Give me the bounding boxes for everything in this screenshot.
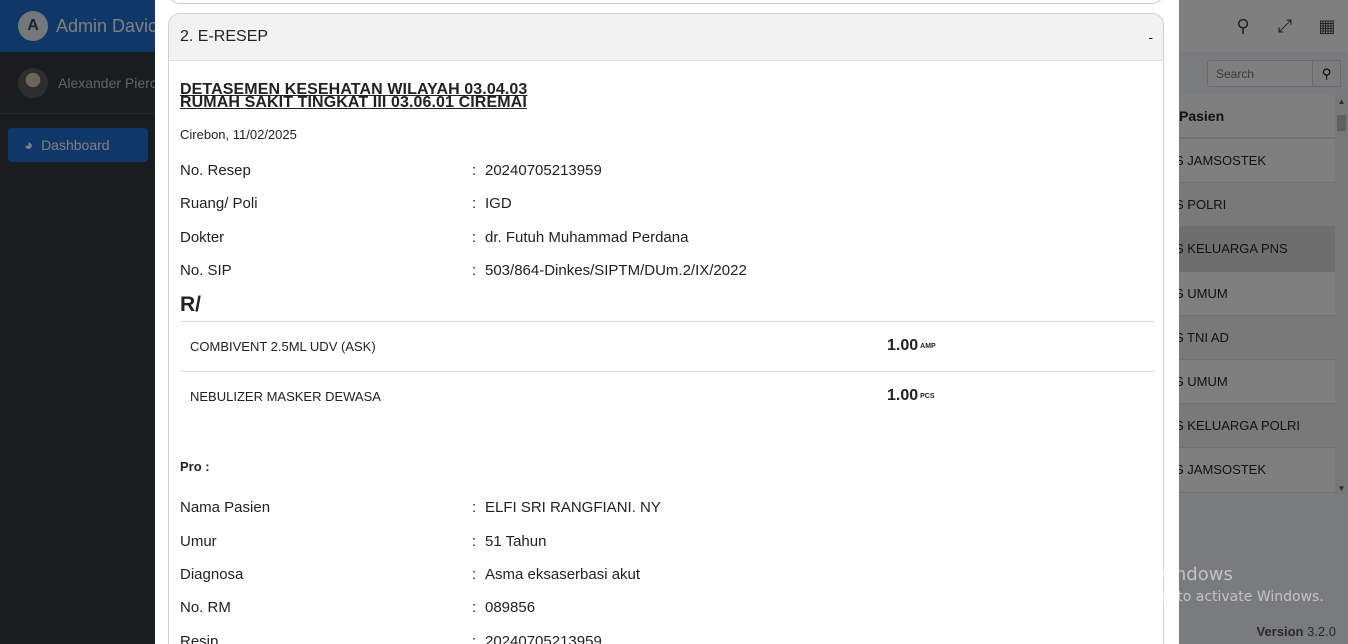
medicine-unit: AMP bbox=[920, 342, 936, 350]
city-date: Cirebon, 11/02/2025 bbox=[180, 127, 297, 142]
card-title: 2. E-RESEP bbox=[180, 28, 269, 45]
card-body: DETASEMEN KESEHATAN WILAYAH 03.04.03 RUM… bbox=[169, 61, 1163, 644]
pro-label: Pro : bbox=[180, 459, 210, 475]
prescription-info: No. Resep : 20240705213959 Ruang/ Poli :… bbox=[180, 154, 1153, 287]
card-header[interactable]: 2. E-RESEP - bbox=[169, 14, 1163, 61]
e-resep-card: 2. E-RESEP - DETASEMEN KESEHATAN WILAYAH… bbox=[168, 13, 1164, 644]
prescription-modal: 2. E-RESEP - DETASEMEN KESEHATAN WILAYAH… bbox=[155, 0, 1179, 644]
previous-card-edge bbox=[168, 0, 1164, 4]
activate-windows-watermark: Activate Windows Go to Settings to activ… bbox=[1073, 564, 1324, 605]
info-row-nama-pasien: Nama Pasien : ELFI SRI RANGFIANI. NY bbox=[180, 499, 661, 517]
info-row-ruang-poli: Ruang/ Poli : IGD bbox=[180, 195, 512, 213]
medicine-unit: PCS bbox=[920, 392, 935, 400]
info-row-dokter: Dokter : dr. Futuh Muhammad Perdana bbox=[180, 228, 689, 246]
info-row-umur: Umur : 51 Tahun bbox=[180, 532, 547, 550]
info-row-no-sip: No. SIP : 503/864-Dinkes/SIPTM/DUm.2/IX/… bbox=[180, 262, 747, 280]
medicine-qty: 1.00 bbox=[887, 387, 919, 405]
medicine-qty: 1.00 bbox=[887, 337, 919, 355]
medicine-name: COMBIVENT 2.5ML UDV (ASK) bbox=[190, 338, 376, 354]
info-row-no-resep: No. Resep : 20240705213959 bbox=[180, 162, 602, 180]
medicine-row: COMBIVENT 2.5ML UDV (ASK) 1.00 AMP bbox=[180, 322, 1155, 372]
hospital-name-line2: RUMAH SAKIT TINGKAT III 03.06.01 CIREMAI bbox=[180, 94, 527, 111]
patient-info: Nama Pasien : ELFI SRI RANGFIANI. NY Umu… bbox=[180, 491, 1153, 644]
rx-symbol: R/ bbox=[180, 293, 201, 317]
collapse-toggle[interactable]: - bbox=[1148, 29, 1153, 45]
info-row-diagnosa: Diagnosa : Asma eksaserbasi akut bbox=[180, 565, 641, 583]
medicine-row: NEBULIZER MASKER DEWASA 1.00 PCS bbox=[180, 372, 1155, 422]
info-row-resip: Resip : 20240705213959 bbox=[180, 632, 602, 644]
medicine-list: COMBIVENT 2.5ML UDV (ASK) 1.00 AMP NEBULI… bbox=[180, 321, 1155, 421]
medicine-name: NEBULIZER MASKER DEWASA bbox=[190, 388, 381, 404]
info-row-no-rm: No. RM : 089856 bbox=[180, 599, 536, 617]
